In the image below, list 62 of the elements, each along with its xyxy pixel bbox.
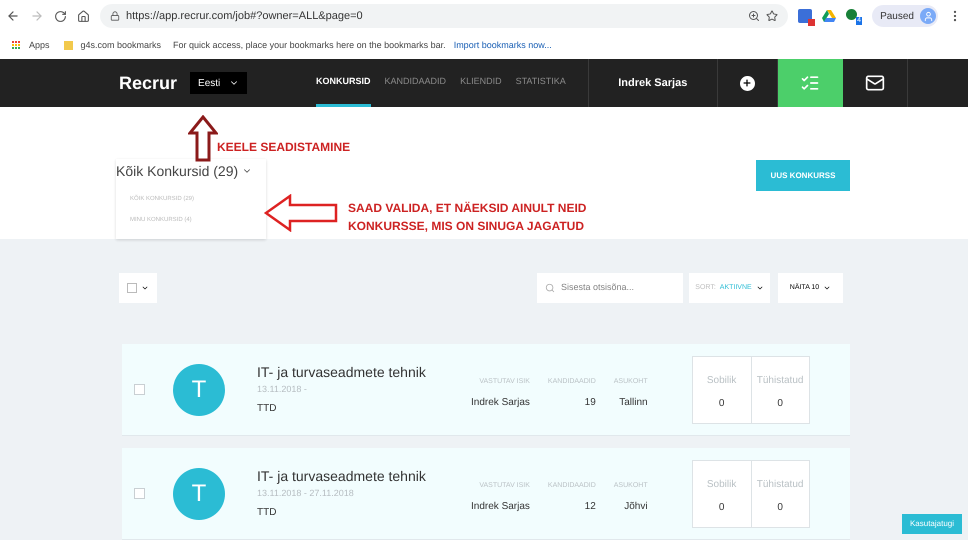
nav-tab[interactable]: STATISTIKA xyxy=(516,59,566,107)
stat-value: 0 xyxy=(718,396,724,410)
nav-tab[interactable]: KLIENDID xyxy=(460,59,502,107)
star-icon[interactable] xyxy=(766,10,778,22)
zoom-icon[interactable] xyxy=(748,10,760,22)
avatar: T xyxy=(173,468,225,520)
plus-icon xyxy=(742,78,752,88)
company-name: TTD xyxy=(257,506,278,520)
folder-icon xyxy=(64,41,73,50)
search-icon xyxy=(545,283,555,293)
import-link[interactable]: Import bookmarks now... xyxy=(454,39,552,53)
drive-icon[interactable] xyxy=(822,10,836,22)
stat-label: Tühistatud xyxy=(756,478,804,492)
checkbox-icon xyxy=(127,283,137,293)
stat-value: 0 xyxy=(777,396,783,410)
bookmark-link[interactable]: Apps xyxy=(29,39,50,53)
mail-icon xyxy=(864,73,885,94)
checkbox[interactable] xyxy=(134,384,145,395)
home-icon[interactable] xyxy=(77,10,90,23)
profile-button[interactable]: Paused xyxy=(872,5,938,28)
add-button[interactable] xyxy=(740,76,755,91)
lock-icon xyxy=(110,11,120,22)
chevron-icon xyxy=(141,284,149,292)
address-bar[interactable]: https://app.recrur.com/job#?owner=ALL&page=0 xyxy=(100,4,788,28)
job-title[interactable]: IT- ja turvaseadmete tehnik xyxy=(257,363,457,382)
bookmarks-hint: For quick access, place your bookmarks here on the bookmarks bar. xyxy=(173,39,446,52)
column-value: Jõhvi xyxy=(624,500,648,514)
column-value: 12 xyxy=(584,500,596,514)
column-value: 19 xyxy=(584,396,596,410)
checkbox[interactable] xyxy=(134,488,145,499)
column-value: Tallinn xyxy=(619,396,648,410)
stat-label: Sobilik xyxy=(706,374,736,388)
filter-title[interactable]: Kõik Konkursid (29) xyxy=(116,159,266,183)
reload-icon[interactable] xyxy=(54,10,67,23)
job-dates: 13.11.2018 - 27.11.2018 xyxy=(257,487,355,500)
url-text: https://app.recrur.com/job#?owner=ALL&page=0 xyxy=(126,8,363,24)
search-input[interactable]: Sisesta otsisõna... xyxy=(561,281,671,295)
job-title[interactable]: IT- ja turvaseadmete tehnik xyxy=(257,467,457,486)
stat-label: Sobilik xyxy=(706,478,736,492)
stat-value: 0 xyxy=(718,500,724,514)
chevron-icon xyxy=(823,284,832,292)
nav-tab[interactable]: KANDIDAADID xyxy=(384,59,446,107)
logo[interactable]: Recrur xyxy=(119,70,178,97)
apps-icon[interactable] xyxy=(12,41,21,50)
checklist-button[interactable] xyxy=(778,59,843,107)
annotation-text: SAAD VALIDA, ET NÄEKSID AINULT NEID KONKURSSE, MIS ON SINUGA JAGATUD xyxy=(348,200,588,235)
language-select[interactable]: Eesti xyxy=(190,72,248,94)
back-icon[interactable] xyxy=(6,9,20,24)
column-value: Indrek Sarjas xyxy=(471,396,530,410)
job-dates: 13.11.2018 - xyxy=(257,383,308,396)
stat-label: Tühistatud xyxy=(756,374,804,388)
bookmark-folder[interactable]: g4s.com bookmarks xyxy=(80,39,162,53)
extension-icon[interactable] xyxy=(798,9,812,24)
stat-value: 0 xyxy=(777,500,783,514)
company-name: TTD xyxy=(257,402,278,416)
avatar-icon xyxy=(920,8,936,24)
annotation-text: KEELE SEADISTAMINE xyxy=(217,139,350,156)
search-field[interactable]: Sisesta otsisõna... xyxy=(537,273,683,303)
column-value: Indrek Sarjas xyxy=(471,500,530,514)
avatar: T xyxy=(173,364,225,416)
user-name[interactable]: Indrek Sarjas xyxy=(618,74,688,92)
chevron-icon xyxy=(756,284,764,292)
